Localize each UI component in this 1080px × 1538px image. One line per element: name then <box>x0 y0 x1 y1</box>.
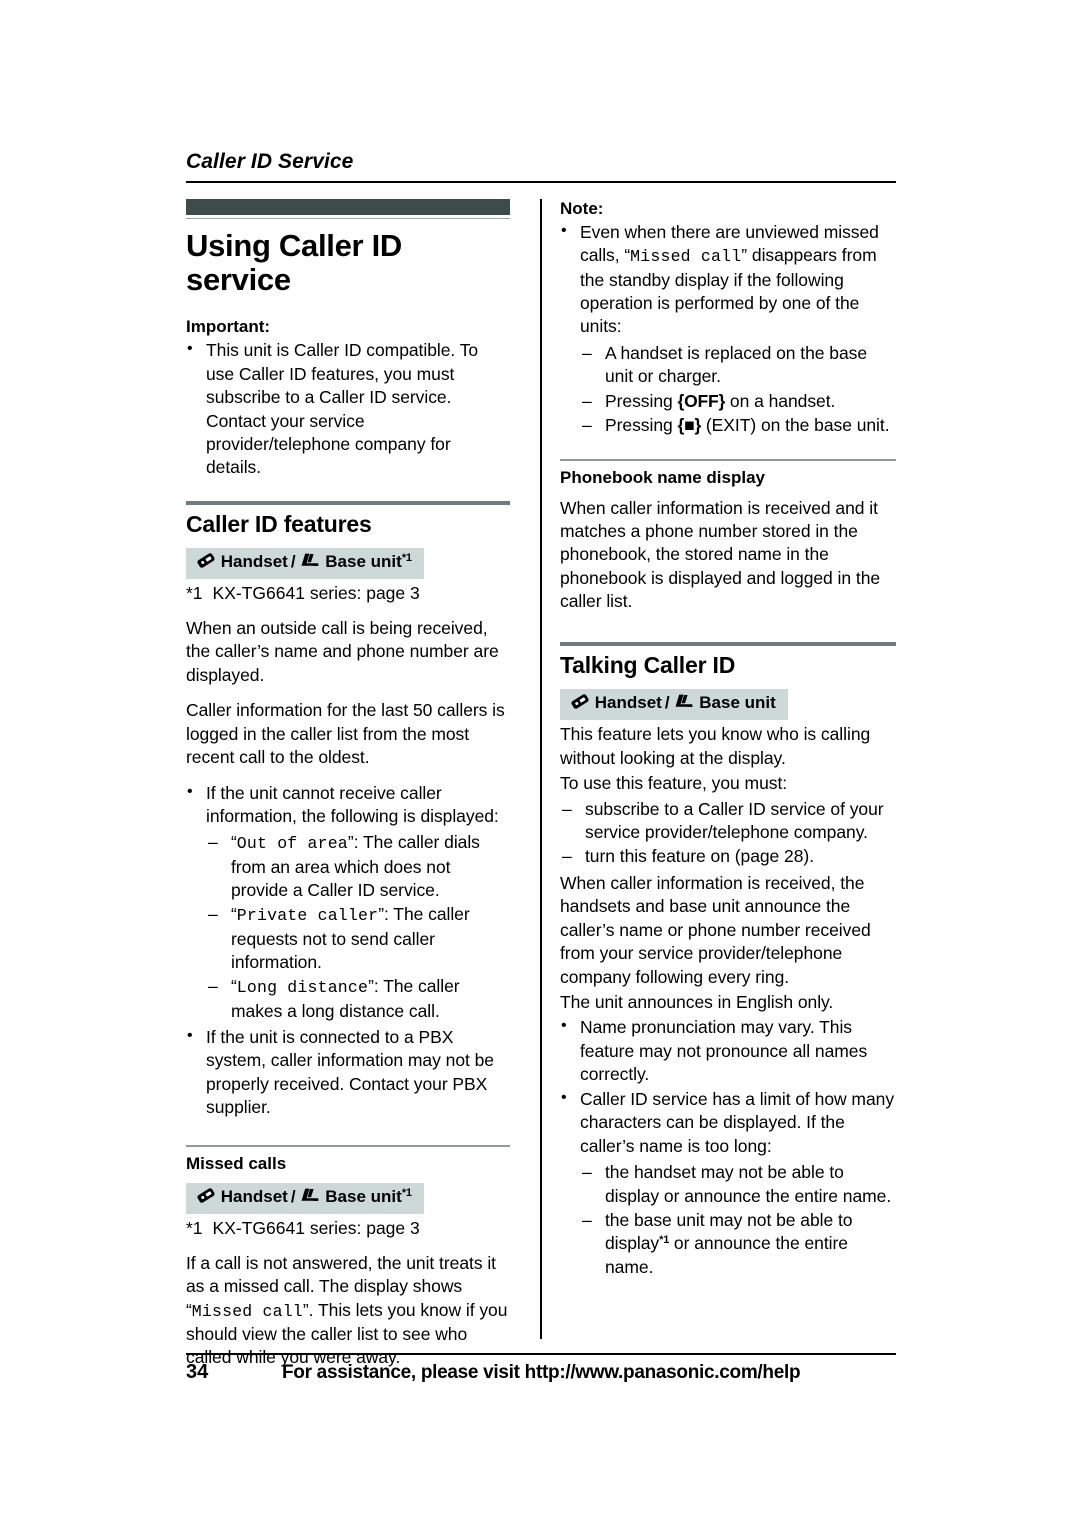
unit-badge-separator: / <box>290 1186 296 1206</box>
list-item-post: on a handset. <box>725 390 836 411</box>
paragraph-outside-call: When an outside call is being received, … <box>186 617 499 685</box>
paragraph-talking-intro: This feature lets you know who is callin… <box>560 724 871 768</box>
display-message-dash-list: “Out of area”: The caller dials from an … <box>206 831 510 1023</box>
list-item: If the unit is connected to a PBX system… <box>186 1025 510 1120</box>
base-unit-icon <box>299 1187 321 1209</box>
unit-badge-separator: / <box>290 551 296 571</box>
talking-requirements-dash-list: subscribe to a Caller ID service of your… <box>560 798 896 870</box>
note-bullet-list: Even when there are unviewed missed call… <box>560 220 896 339</box>
paragraph-phonebook-name-display: When caller information is received and … <box>560 497 881 612</box>
lcd-text: Long distance <box>236 978 369 998</box>
right-column: Note: Even when there are unviewed misse… <box>556 199 896 1282</box>
footnote-text: KX-TG6641 series: page 3 <box>212 583 420 604</box>
chapter-title: Using Caller ID service <box>186 228 402 298</box>
chapter-bar-rule <box>186 218 510 219</box>
footnote-text: KX-TG6641 series: page 3 <box>212 1218 420 1239</box>
unit-badge-separator: / <box>664 692 670 712</box>
unit-badge-footnote-mark: *1 <box>401 551 412 564</box>
assistance-text: For assistance, please visit http://www.… <box>282 1362 801 1383</box>
lcd-text: Private caller <box>236 906 379 926</box>
list-item: If the unit cannot receive caller inform… <box>186 781 510 829</box>
list-item-text: A handset is replaced on the base unit o… <box>605 342 868 387</box>
talking-limit-dash-list: the handset may not be able to display o… <box>580 1161 896 1279</box>
list-item-text: the handset may not be able to display o… <box>605 1162 892 1206</box>
section-rule-talking-caller-id <box>560 641 896 646</box>
important-bullet-list: This unit is Caller ID compatible. To us… <box>186 338 510 480</box>
list-item: Even when there are unviewed missed call… <box>560 220 896 339</box>
key-label: {OFF} <box>677 390 726 411</box>
chapter-bar <box>186 199 510 215</box>
section-title-talking-caller-id: Talking Caller ID <box>560 651 736 678</box>
list-item: turn this feature on (page 28). <box>560 845 896 869</box>
list-item: the handset may not be able to display o… <box>580 1161 896 1208</box>
section-rule-caller-id-features <box>186 500 510 505</box>
list-item-pre: Pressing <box>605 390 678 411</box>
unit-badge-base-label: Base unit <box>325 551 402 571</box>
footnote-missed-calls: *1 KX-TG6641 series: page 3 <box>186 1217 510 1240</box>
paragraph-missed-calls: If a call is not answered, the unit trea… <box>186 1252 510 1370</box>
column-divider <box>526 199 556 1349</box>
page-number: 34 <box>186 1361 209 1383</box>
list-item: the base unit may not be able to display… <box>580 1209 896 1279</box>
two-column-body: Using Caller ID service Important: This … <box>186 199 896 1367</box>
paragraph-talking-announce: When caller information is received, the… <box>560 872 871 987</box>
list-item: subscribe to a Caller ID service of your… <box>560 798 896 845</box>
base-unit-icon <box>673 693 695 715</box>
unit-badge-base-label: Base unit <box>325 1186 402 1206</box>
paragraph-talking-english: The unit announces in English only. <box>560 992 834 1012</box>
left-column: Using Caller ID service Important: This … <box>186 199 526 1382</box>
footnote-mark: *1 <box>186 1218 203 1239</box>
unit-badge-handset-label: Handset <box>594 692 662 712</box>
footnote-mark: *1 <box>659 1234 670 1247</box>
lcd-text: Out of area <box>236 834 348 854</box>
list-item: This unit is Caller ID compatible. To us… <box>186 338 510 480</box>
list-item: Pressing {■} (EXIT) on the base unit. <box>580 414 896 438</box>
talking-notes-bullet-list: Name pronunciation may vary. This featur… <box>560 1015 896 1158</box>
list-item: Caller ID service has a limit of how man… <box>560 1087 896 1158</box>
sub-title-missed-calls: Missed calls <box>186 1153 287 1173</box>
unit-badge-talking-caller-id: Handset / Base unit <box>560 688 788 721</box>
key-label: {■} <box>677 415 702 436</box>
handset-icon <box>196 552 216 574</box>
unit-badge-handset-label: Handset <box>220 551 288 571</box>
list-item: “Long distance”: The caller makes a long… <box>206 975 510 1023</box>
cannot-receive-bullet-list: If the unit cannot receive caller inform… <box>186 781 510 829</box>
sub-title-phonebook-name-display: Phonebook name display <box>560 467 765 487</box>
list-item: “Out of area”: The caller dials from an … <box>206 831 510 902</box>
manual-page: Caller ID Service Using Caller ID servic… <box>186 150 896 1383</box>
unit-badge-missed-calls: Handset / Base unit*1 <box>186 1182 424 1215</box>
list-item: A handset is replaced on the base unit o… <box>580 342 896 389</box>
pbx-bullet-list: If the unit is connected to a PBX system… <box>186 1025 510 1120</box>
paragraph-caller-log: Caller information for the last 50 calle… <box>186 700 505 768</box>
sub-rule-missed-calls <box>186 1144 510 1147</box>
list-item: Name pronunciation may vary. This featur… <box>560 1015 896 1086</box>
lcd-text: Missed call <box>630 247 742 267</box>
footnote-mark: *1 <box>186 583 203 604</box>
important-label: Important: <box>186 317 271 337</box>
note-label: Note: <box>560 199 604 218</box>
handset-icon <box>196 1187 216 1209</box>
list-item-post: (EXIT) on the base unit. <box>701 415 890 436</box>
list-item-pre: Pressing <box>605 415 678 436</box>
section-title-caller-id-features: Caller ID features <box>186 510 372 537</box>
base-unit-icon <box>299 552 321 574</box>
running-head-rule <box>186 181 896 183</box>
running-head: Caller ID Service <box>186 150 354 173</box>
handset-icon <box>570 693 590 715</box>
list-item: Pressing {OFF} on a handset. <box>580 390 896 414</box>
footnote-caller-id-features: *1 KX-TG6641 series: page 3 <box>186 582 510 605</box>
paragraph-talking-requirements: To use this feature, you must: <box>560 773 788 794</box>
sub-rule-phonebook-name-display <box>560 458 896 461</box>
unit-badge-footnote-mark: *1 <box>401 1186 412 1199</box>
list-item: “Private caller”: The caller requests no… <box>206 903 510 974</box>
unit-badge-handset-label: Handset <box>220 1186 288 1206</box>
lcd-text: Missed call <box>191 1301 303 1321</box>
note-dash-list: A handset is replaced on the base unit o… <box>580 342 896 438</box>
unit-badge-caller-id-features: Handset / Base unit*1 <box>186 547 424 580</box>
unit-badge-base-label: Base unit <box>699 692 776 712</box>
